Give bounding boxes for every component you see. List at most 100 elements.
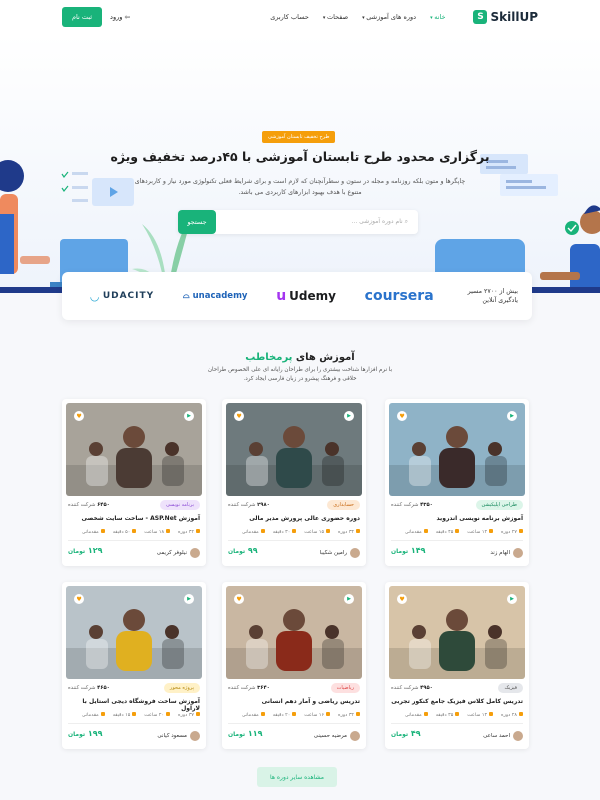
hours-count: ۱۶ ساعت	[304, 712, 331, 718]
course-level: مقدماتی	[82, 529, 105, 535]
signup-button[interactable]: ثبت نام	[62, 7, 103, 27]
course-meta: ۳۴ دوره ۱۵ ساعت ۳۰ دقیقه مقدماتی	[242, 529, 360, 535]
course-meta: ۴۲ دوره ۱۸ ساعت ۵۰ دقیقه مقدماتی	[82, 529, 200, 535]
minutes-count: ۱۵ دقیقه	[113, 712, 137, 718]
course-image[interactable]: ♥ ▶	[389, 586, 525, 679]
course-teacher[interactable]: احمد ساعی	[483, 731, 523, 741]
level-icon	[100, 529, 105, 533]
course-students: ۴۳۵۰ شرکت کننده	[391, 502, 433, 508]
lessons-count: ۳۷ دوره	[178, 712, 200, 718]
teacher-name: الهام زند	[490, 550, 510, 556]
course-photo	[226, 586, 362, 679]
favorite-icon[interactable]: ♥	[74, 411, 84, 421]
view-more-courses-button[interactable]: مشاهده سایر دوره ها	[257, 767, 337, 787]
course-photo	[66, 586, 202, 679]
course-image[interactable]: ♥ ▶	[226, 403, 362, 496]
play-icon[interactable]: ▶	[344, 594, 354, 604]
minutes-count: ۲۰ دقیقه	[273, 712, 297, 718]
course-students: ۳۶۴۰ شرکت کننده	[228, 685, 270, 691]
play-icon[interactable]: ▶	[184, 411, 194, 421]
search-input[interactable]: ⌕ نام دوره آموزشی ...	[352, 218, 408, 226]
logo[interactable]: S SkillUP	[473, 10, 538, 24]
minutes-count: ۴۵ دقیقه	[436, 529, 460, 535]
unacademy-logo: ⌓ unacademy	[182, 291, 248, 301]
course-image[interactable]: ♥ ▶	[66, 586, 202, 679]
lessons-count: ۳۴ دوره	[338, 529, 360, 535]
course-teacher[interactable]: الهام زند	[490, 548, 523, 558]
main-nav: خانه دوره های آموزشی صفحات حساب کاربری	[270, 13, 445, 21]
course-title[interactable]: آموزش برنامه نویسی اندروید	[391, 515, 524, 522]
favorite-icon[interactable]: ♥	[234, 594, 244, 604]
nav-home[interactable]: خانه	[430, 13, 445, 21]
partner-logos: ◡ UDACITY ⌓ unacademy u Udemy coursera	[76, 288, 448, 304]
lessons-count: ۳۲ دوره	[338, 712, 360, 718]
course-title[interactable]: تدریس ریاضی و آمار دهم انسانی	[228, 698, 360, 705]
course-teacher[interactable]: مرضیه حسینی	[314, 731, 360, 741]
course-teacher[interactable]: نیلوفر کریمی	[157, 548, 200, 558]
course-category-badge[interactable]: پروژه محور	[163, 683, 200, 693]
lessons-icon	[356, 529, 360, 533]
course-level: مقدماتی	[405, 712, 428, 718]
course-card[interactable]: ♥ ▶ حسابداری ۲۹۸۰ شرکت کننده دوره حضوری …	[222, 399, 366, 566]
hero-title: برگزاری محدود طرح تابستان آموزشی با ۴۵در…	[110, 149, 490, 164]
course-image[interactable]: ♥ ▶	[389, 403, 525, 496]
course-photo	[389, 586, 525, 679]
play-icon[interactable]: ▶	[507, 594, 517, 604]
course-level: مقدماتی	[82, 712, 105, 718]
clock-icon	[326, 529, 331, 533]
hours-count: ۲۰ ساعت	[144, 712, 171, 718]
course-meta: ۳۷ دوره ۲۰ ساعت ۱۵ دقیقه مقدماتی	[82, 712, 200, 718]
login-link[interactable]: ⇦ ورود	[110, 13, 130, 21]
favorite-icon[interactable]: ♥	[397, 411, 407, 421]
course-category-badge[interactable]: طراحی اپلیکیشن	[475, 500, 523, 510]
play-icon[interactable]: ▶	[507, 411, 517, 421]
hours-count: ۱۵ ساعت	[304, 529, 331, 535]
nav-account[interactable]: حساب کاربری	[270, 13, 309, 21]
udemy-logo: u Udemy	[276, 288, 336, 304]
level-icon	[423, 712, 428, 716]
favorite-icon[interactable]: ♥	[234, 411, 244, 421]
nav-pages[interactable]: صفحات	[323, 13, 348, 21]
course-title[interactable]: دوره حضوری عالی پرورش مدیر مالی	[228, 515, 360, 522]
course-title[interactable]: آموزش ساخت فروشگاه دیجی استایل با لاراول	[68, 698, 200, 712]
course-category-badge[interactable]: حسابداری	[327, 500, 360, 510]
course-card[interactable]: ♥ ▶ پروژه محور ۴۶۵۰ شرکت کننده آموزش ساخ…	[62, 582, 206, 749]
play-icon[interactable]: ▶	[344, 411, 354, 421]
course-teacher[interactable]: مسعود کیانی	[157, 731, 200, 741]
teacher-avatar	[350, 548, 360, 558]
course-category-badge[interactable]: ریاضیات	[330, 683, 360, 693]
login-icon: ⇦	[124, 13, 130, 21]
favorite-icon[interactable]: ♥	[74, 594, 84, 604]
lessons-icon	[519, 712, 523, 716]
promo-badge: طرح تخفیف تابستان آموزشی	[262, 131, 336, 143]
udacity-logo: ◡ UDACITY	[90, 289, 155, 303]
timer-icon	[455, 529, 460, 533]
card-divider	[68, 540, 200, 541]
search-button[interactable]: جستجو	[178, 210, 216, 234]
course-category-badge[interactable]: برنامه نویسی	[159, 500, 200, 510]
course-students: ۲۹۸۰ شرکت کننده	[228, 502, 270, 508]
course-title[interactable]: آموزش ASP.Net - ساخت سایت شخصی	[68, 515, 201, 522]
play-icon[interactable]: ▶	[184, 594, 194, 604]
level-icon	[423, 529, 428, 533]
course-card[interactable]: ♥ ▶ فیزیک ۴۹۵۰ شرکت کننده تدریس کامل کلا…	[385, 582, 529, 749]
logo-icon: S	[473, 10, 488, 24]
timer-icon	[132, 712, 137, 716]
course-card[interactable]: ♥ ▶ طراحی اپلیکیشن ۴۳۵۰ شرکت کننده آموزش…	[385, 399, 529, 566]
course-price: ۱۹۹ تومان	[68, 729, 103, 738]
lessons-icon	[519, 529, 523, 533]
timer-icon	[455, 712, 460, 716]
course-teacher[interactable]: رامین شکیبا	[320, 548, 360, 558]
course-search: ⌕ نام دوره آموزشی ... جستجو	[178, 210, 418, 234]
course-card[interactable]: ♥ ▶ ریاضیات ۳۶۴۰ شرکت کننده تدریس ریاضی …	[222, 582, 366, 749]
course-title[interactable]: تدریس کامل کلاس فیزیک جامع کنکور تجربی	[391, 698, 523, 705]
card-divider	[391, 540, 523, 541]
nav-courses[interactable]: دوره های آموزشی	[362, 13, 416, 21]
course-image[interactable]: ♥ ▶	[226, 586, 362, 679]
favorite-icon[interactable]: ♥	[397, 594, 407, 604]
course-category-badge[interactable]: فیزیک	[498, 683, 523, 693]
course-image[interactable]: ♥ ▶	[66, 403, 202, 496]
level-icon	[260, 529, 265, 533]
course-card[interactable]: ♥ ▶ برنامه نویسی ۶۴۵۰ شرکت کننده آموزش A…	[62, 399, 206, 566]
clock-icon	[489, 529, 494, 533]
